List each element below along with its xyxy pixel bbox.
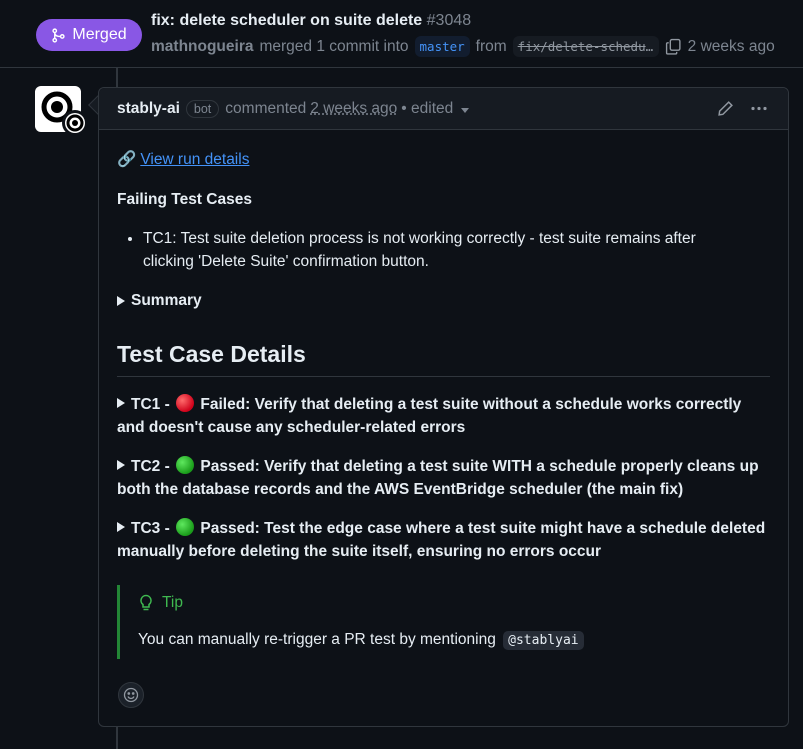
- test-case-details-heading: Test Case Details: [117, 340, 770, 377]
- comment-action: commented: [225, 99, 307, 117]
- passed-status-icon: [176, 456, 195, 474]
- summary-label: Summary: [131, 292, 202, 309]
- tip-text-row: You can manually re-trigger a PR test by…: [138, 628, 770, 652]
- merged-text: merged 1 commit into: [259, 37, 409, 55]
- pr-time: 2 weeks ago: [687, 37, 775, 55]
- stably-badge-icon: [65, 113, 85, 133]
- triangle-right-icon: [117, 398, 125, 408]
- pr-number: #3048: [426, 12, 472, 29]
- merged-status-badge: Merged: [36, 19, 142, 51]
- triangle-right-icon: [117, 460, 125, 470]
- avatar-badge: [62, 110, 88, 136]
- pr-author-link[interactable]: mathnogueira: [151, 38, 253, 56]
- copy-icon[interactable]: [665, 38, 682, 55]
- triangle-right-icon: [117, 522, 125, 532]
- tc-id: TC2 -: [131, 458, 170, 475]
- chevron-down-icon[interactable]: [461, 107, 470, 113]
- comment-header: stably-ai bot commented 2 weeks ago • ed…: [99, 88, 788, 130]
- tip-title-row: Tip: [138, 591, 770, 614]
- tc-text: Passed: Verify that deleting a test suit…: [117, 458, 759, 498]
- view-run-details-link[interactable]: View run details: [140, 148, 249, 171]
- passed-status-icon: [176, 518, 195, 536]
- smiley-icon: [123, 687, 139, 703]
- comment-actions: [717, 100, 768, 117]
- tip-text: You can manually re-trigger a PR test by…: [138, 631, 496, 648]
- failed-status-icon: [176, 394, 195, 412]
- tc-id: TC1 -: [131, 396, 170, 413]
- tip-title: Tip: [162, 594, 183, 611]
- comment-time-link[interactable]: 2 weeks ago: [310, 100, 397, 118]
- comment-box: stably-ai bot commented 2 weeks ago • ed…: [98, 87, 789, 727]
- link-icon: 🔗: [117, 150, 137, 168]
- from-text: from: [475, 37, 507, 55]
- tip-callout: Tip You can manually re-trigger a PR tes…: [117, 585, 770, 659]
- pr-meta: mathnogueira merged 1 commit into master…: [151, 36, 775, 57]
- add-reaction-button[interactable]: [118, 682, 144, 708]
- comment-author[interactable]: stably-ai: [117, 100, 180, 118]
- tc-text: Passed: Test the edge case where a test …: [117, 520, 766, 560]
- merged-label: Merged: [72, 26, 127, 43]
- pr-title-text: fix: delete scheduler on suite delete: [151, 12, 423, 29]
- test-case-tc3[interactable]: TC3 - Passed: Test the edge case where a…: [117, 517, 770, 563]
- pr-header: Merged fix: delete scheduler on suite de…: [0, 0, 803, 68]
- list-item: TC1: Test suite deletion process is not …: [143, 227, 770, 273]
- edited-dropdown[interactable]: • edited: [401, 100, 453, 118]
- tc-text: Failed: Verify that deleting a test suit…: [117, 396, 742, 436]
- stablyai-mention: @stablyai: [503, 631, 584, 650]
- pr-title: fix: delete scheduler on suite delete #3…: [151, 12, 471, 30]
- tc-id: TC3 -: [131, 520, 170, 537]
- test-case-tc1[interactable]: TC1 - Failed: Verify that deleting a tes…: [117, 393, 770, 439]
- lightbulb-icon: [140, 594, 152, 610]
- triangle-right-icon: [117, 295, 125, 306]
- failing-test-cases-title: Failing Test Cases: [117, 191, 252, 208]
- summary-toggle[interactable]: Summary: [117, 289, 770, 312]
- bot-label: bot: [185, 99, 220, 118]
- failing-list: TC1: Test suite deletion process is not …: [117, 227, 770, 273]
- test-case-tc2[interactable]: TC2 - Passed: Verify that deleting a tes…: [117, 455, 770, 501]
- kebab-menu-icon[interactable]: [750, 100, 768, 117]
- comment-body: 🔗 View run details Failing Test Cases TC…: [99, 130, 788, 659]
- head-branch[interactable]: fix/delete-scheduler-on-suite-delete: [512, 36, 659, 57]
- merge-icon: [52, 27, 66, 43]
- run-details-row: 🔗 View run details: [117, 148, 770, 170]
- pencil-icon[interactable]: [717, 100, 734, 117]
- base-branch[interactable]: master: [414, 36, 470, 57]
